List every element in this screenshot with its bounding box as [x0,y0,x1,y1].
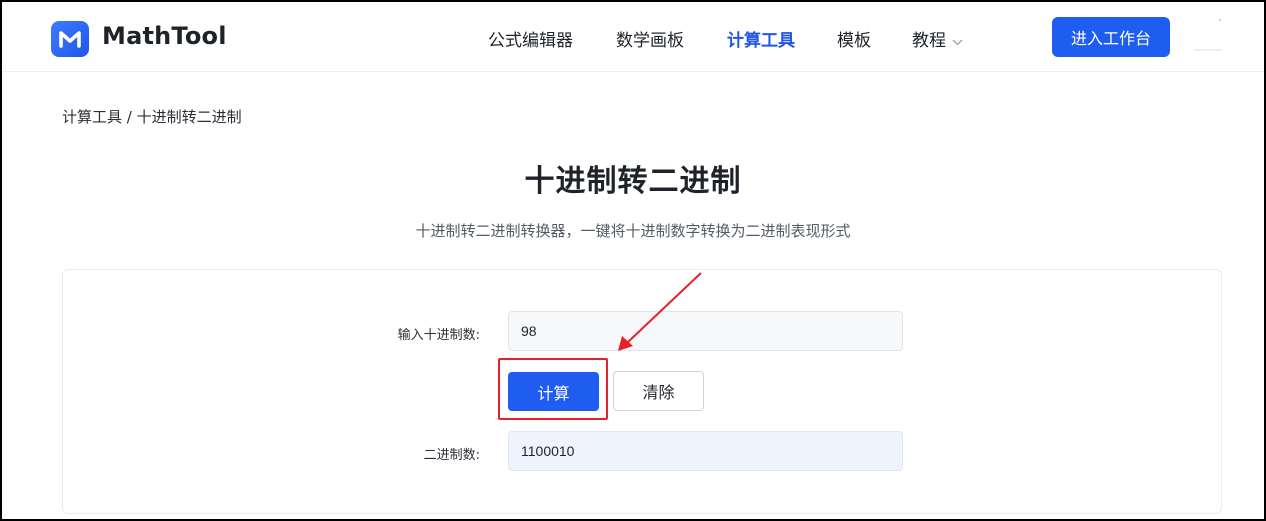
clear-button[interactable]: 清除 [613,371,704,411]
calculate-button[interactable]: 计算 [508,372,599,411]
page-title: 十进制转二进制 [524,164,742,199]
nav-formula-editor[interactable]: 公式编辑器 [488,26,573,51]
logo-text[interactable]: MathTool [102,22,227,50]
header-dot [1219,19,1221,21]
m-logo-icon[interactable] [51,21,89,57]
nav-templates[interactable]: 模板 [837,26,871,51]
nav-tutorials-label: 教程 [912,31,946,51]
chevron-down-icon [952,31,963,51]
decimal-input[interactable]: 98 [508,311,903,351]
browser-viewport: MathTool 公式编辑器 数学画板 计算工具 模板 教程 进入工作台 计算工… [2,2,1264,519]
site-header: MathTool 公式编辑器 数学画板 计算工具 模板 教程 进入工作台 [2,2,1264,72]
header-divider [1194,49,1222,51]
breadcrumb[interactable]: 计算工具 / 十进制转二进制 [62,106,242,127]
nav-calc-tools[interactable]: 计算工具 [727,26,795,51]
decimal-input-label: 输入十进制数: [397,328,480,343]
nav-math-canvas[interactable]: 数学画板 [616,26,684,51]
page-subtitle: 十进制转二进制转换器，一键将十进制数字转换为二进制表现形式 [415,222,851,240]
nav-tutorials[interactable]: 教程 [912,26,963,51]
enter-workspace-button[interactable]: 进入工作台 [1052,17,1170,57]
binary-output: 1100010 [508,431,903,471]
binary-output-label: 二进制数: [423,448,480,463]
